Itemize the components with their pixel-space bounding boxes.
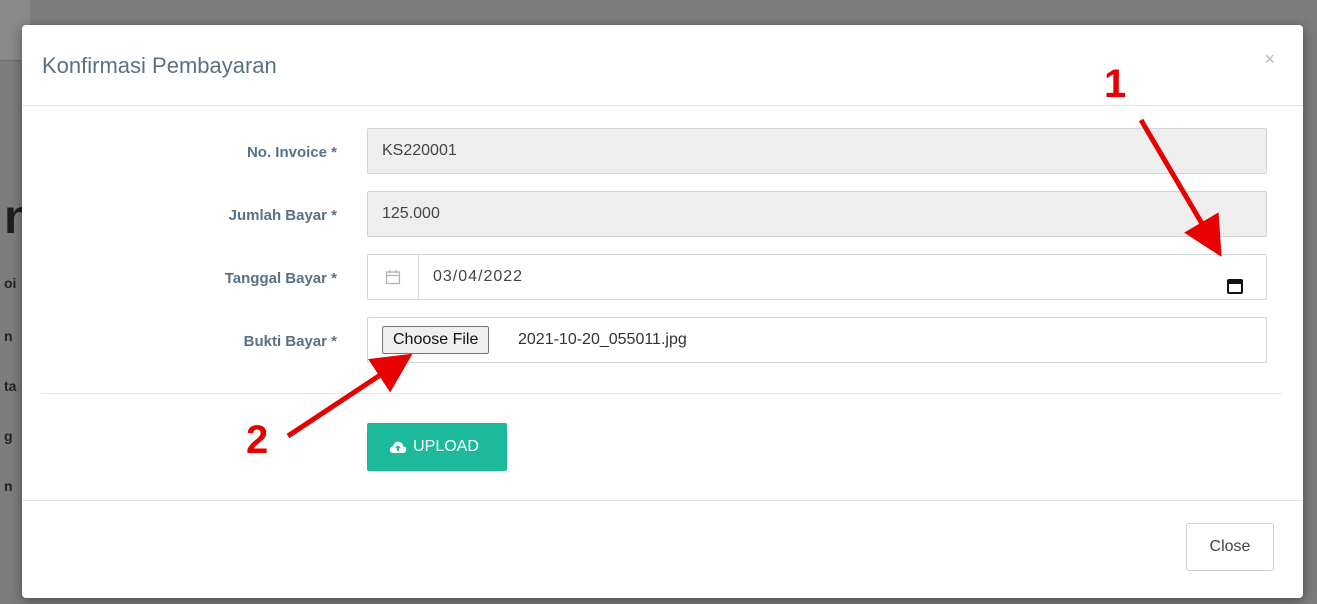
close-button[interactable]: Close xyxy=(1186,523,1274,571)
proof-file-field[interactable]: Choose File 2021-10-20_055011.jpg xyxy=(367,317,1267,363)
payment-confirmation-modal: Konfirmasi Pembayaran × No. Invoice * KS… xyxy=(22,25,1303,598)
date-row: Tanggal Bayar * 03/04/2022 xyxy=(22,254,1303,302)
file-name: 2021-10-20_055011.jpg xyxy=(518,331,687,348)
background-text-fragment: n xyxy=(4,478,13,494)
invoice-label: No. Invoice * xyxy=(246,144,337,161)
upload-label: UPLOAD xyxy=(413,438,479,455)
background-text-fragment: n xyxy=(4,328,13,344)
proof-label: Bukti Bayar * xyxy=(243,333,337,350)
calendar-icon xyxy=(368,255,419,299)
close-icon[interactable]: × xyxy=(1264,49,1275,70)
invoice-row: No. Invoice * KS220001 xyxy=(22,128,1303,176)
invoice-field[interactable]: KS220001 xyxy=(367,128,1267,174)
modal-footer: Close xyxy=(22,500,1303,599)
cloud-upload-icon xyxy=(389,441,407,453)
calendar-picker-icon[interactable] xyxy=(1226,269,1244,313)
background-text-fragment: g xyxy=(4,428,13,444)
annotation-marker-2: 2 xyxy=(246,418,269,462)
background-text-fragment: oi xyxy=(4,275,17,291)
date-value: 03/04/2022 xyxy=(433,268,524,285)
choose-file-button[interactable]: Choose File xyxy=(382,326,490,354)
proof-row: Bukti Bayar * Choose File 2021-10-20_055… xyxy=(22,317,1303,365)
date-label: Tanggal Bayar * xyxy=(224,270,337,287)
upload-button[interactable]: UPLOAD xyxy=(367,423,507,471)
modal-title: Konfirmasi Pembayaran xyxy=(42,53,277,78)
amount-row: Jumlah Bayar * 125.000 xyxy=(22,191,1303,239)
date-field[interactable]: 03/04/2022 xyxy=(367,254,1267,300)
amount-field[interactable]: 125.000 xyxy=(367,191,1267,237)
annotation-marker-1: 1 xyxy=(1104,62,1127,106)
form-divider xyxy=(42,393,1282,394)
amount-label: Jumlah Bayar * xyxy=(228,207,337,224)
background-text-fragment: ta xyxy=(4,378,17,394)
